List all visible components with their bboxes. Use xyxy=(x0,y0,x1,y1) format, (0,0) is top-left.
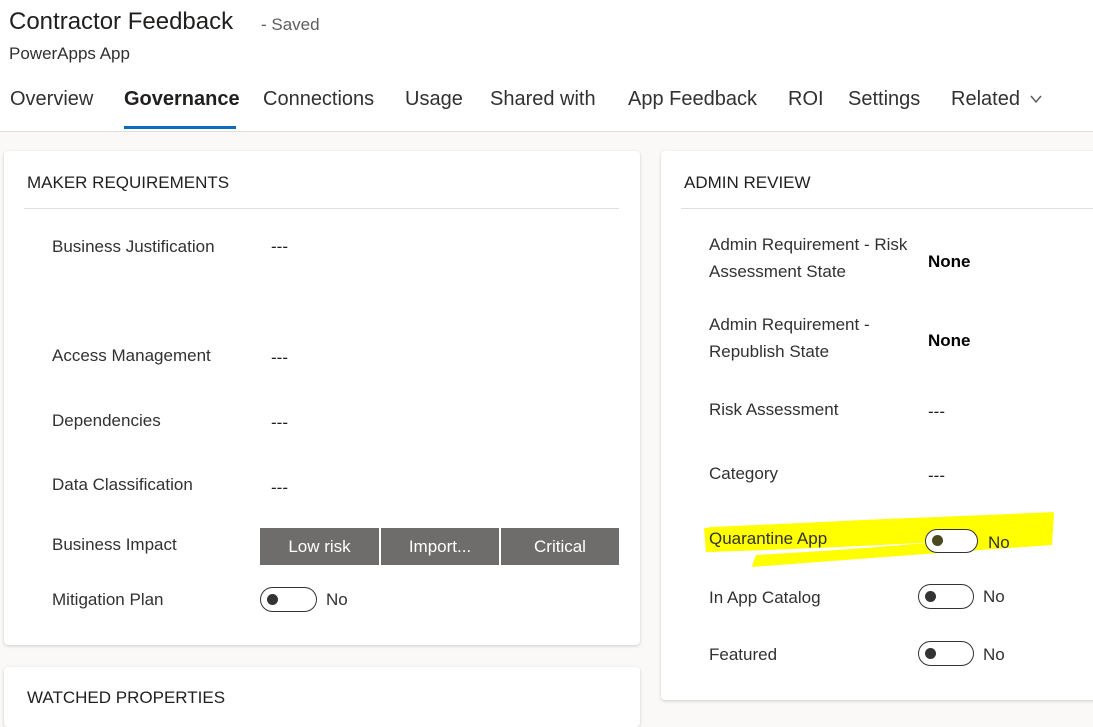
category-value[interactable]: --- xyxy=(928,466,945,486)
section-divider xyxy=(24,208,619,209)
republish-state-value[interactable]: None xyxy=(928,331,971,351)
risk-assessment-state-label: Admin Requirement - Risk Assessment Stat… xyxy=(709,235,908,281)
tab-connections[interactable]: Connections xyxy=(263,88,374,111)
risk-assessment-value[interactable]: --- xyxy=(928,402,945,422)
data-classification-label: Data Classification xyxy=(52,475,193,494)
toggle-knob xyxy=(925,648,936,659)
data-classification-value[interactable]: --- xyxy=(271,478,288,498)
tab-related[interactable]: Related xyxy=(951,88,1020,111)
business-impact-important[interactable]: Import... xyxy=(381,528,499,565)
record-header: Contractor Feedback - Saved PowerApps Ap… xyxy=(0,0,1093,132)
featured-label: Featured xyxy=(709,645,778,664)
page-title: Contractor Feedback xyxy=(9,8,234,35)
dependencies-value[interactable]: --- xyxy=(271,413,288,433)
mitigation-plan-value: No xyxy=(326,590,348,609)
business-justification-value[interactable]: --- xyxy=(271,237,288,257)
category-label: Category xyxy=(709,464,778,483)
tab-app-feedback[interactable]: App Feedback xyxy=(628,88,757,111)
republish-state-label: Admin Requirement - Republish State xyxy=(709,315,870,361)
access-management-value[interactable]: --- xyxy=(271,348,288,368)
save-status: - Saved xyxy=(261,15,320,34)
business-impact-low-risk[interactable]: Low risk xyxy=(260,528,379,565)
chevron-down-icon[interactable] xyxy=(1030,94,1042,104)
active-tab-indicator xyxy=(124,126,236,129)
tab-shared-with[interactable]: Shared with xyxy=(490,88,596,111)
tab-settings[interactable]: Settings xyxy=(848,88,920,111)
in-app-catalog-label: In App Catalog xyxy=(709,588,821,607)
risk-assessment-state-value[interactable]: None xyxy=(928,252,971,272)
in-app-catalog-value: No xyxy=(983,587,1005,606)
business-impact-label: Business Impact xyxy=(52,535,177,554)
tab-roi[interactable]: ROI xyxy=(788,88,824,111)
admin-review-title: ADMIN REVIEW xyxy=(684,173,811,192)
quarantine-app-toggle[interactable] xyxy=(925,529,978,553)
access-management-label: Access Management xyxy=(52,346,211,365)
section-divider xyxy=(681,208,1093,209)
tab-governance[interactable]: Governance xyxy=(124,88,240,111)
business-impact-critical[interactable]: Critical xyxy=(501,528,619,565)
mitigation-plan-label: Mitigation Plan xyxy=(52,590,164,609)
risk-assessment-label: Risk Assessment xyxy=(709,400,839,419)
mitigation-plan-toggle[interactable] xyxy=(260,587,317,612)
tab-overview[interactable]: Overview xyxy=(10,88,93,111)
featured-value: No xyxy=(983,645,1005,664)
tab-usage[interactable]: Usage xyxy=(405,88,463,111)
quarantine-app-value: No xyxy=(988,533,1010,552)
maker-requirements-title: MAKER REQUIREMENTS xyxy=(27,173,230,192)
toggle-knob xyxy=(925,591,936,602)
quarantine-app-label: Quarantine App xyxy=(709,529,828,548)
dependencies-label: Dependencies xyxy=(52,411,161,430)
in-app-catalog-toggle[interactable] xyxy=(918,584,974,609)
watched-properties-title: WATCHED PROPERTIES xyxy=(27,688,226,707)
entity-type: PowerApps App xyxy=(9,44,130,63)
toggle-knob xyxy=(932,535,943,546)
business-justification-label: Business Justification xyxy=(52,237,215,256)
featured-toggle[interactable] xyxy=(918,641,974,666)
maker-requirements-section xyxy=(4,151,640,645)
toggle-knob xyxy=(267,594,278,605)
